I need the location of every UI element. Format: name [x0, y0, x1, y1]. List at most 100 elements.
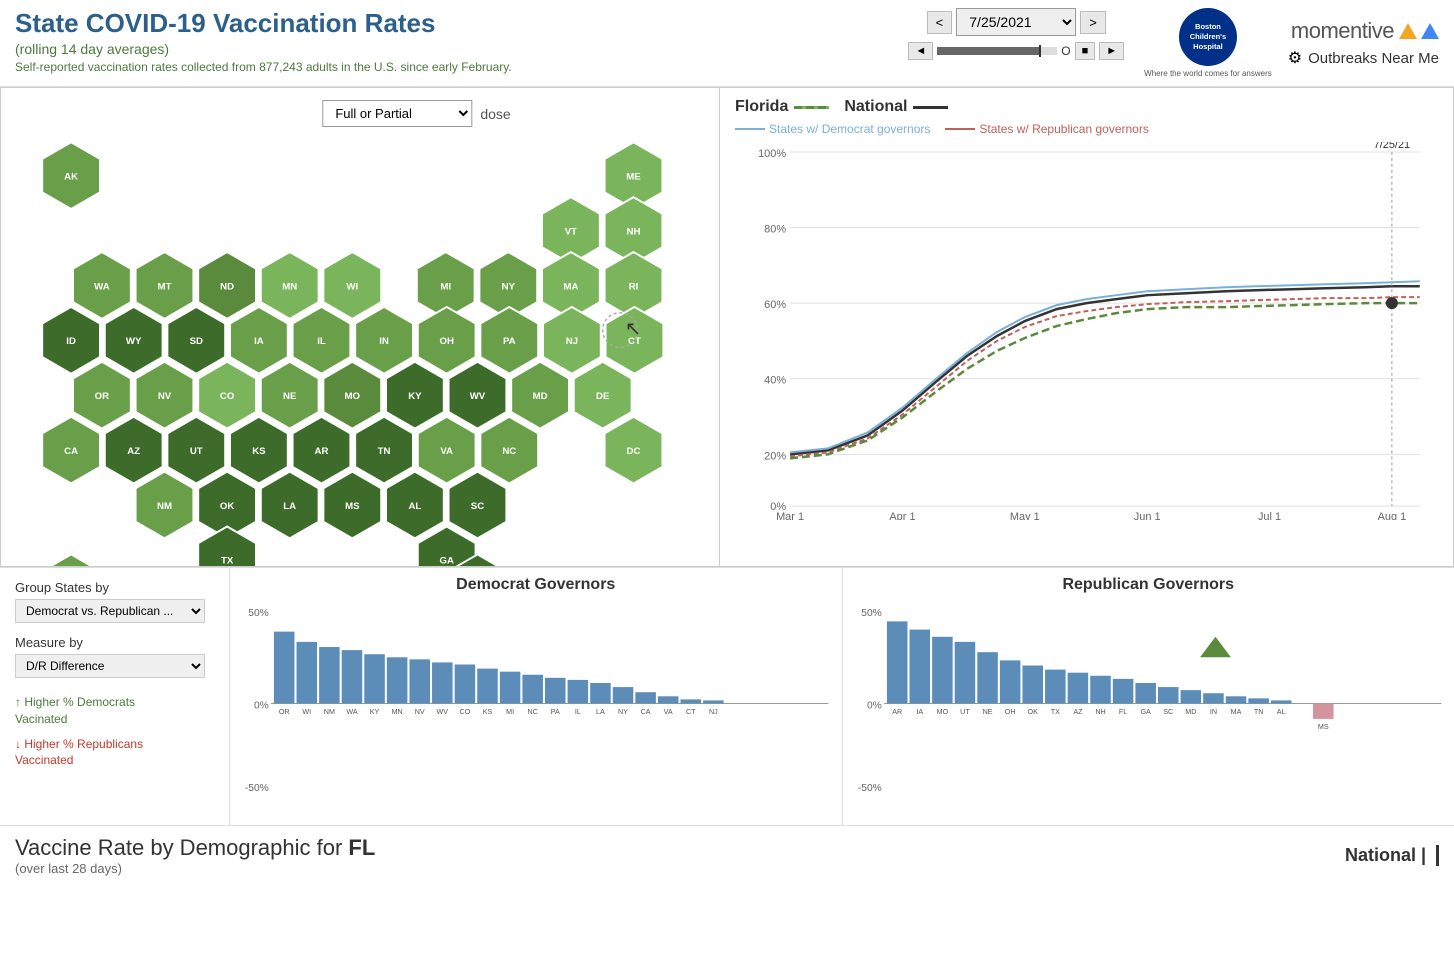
- state-ia[interactable]: IA: [230, 307, 288, 374]
- svg-text:NM: NM: [324, 708, 335, 716]
- svg-text:DE: DE: [596, 391, 610, 402]
- measure-select[interactable]: D/R Difference Absolute Rate: [15, 654, 205, 678]
- state-in[interactable]: IN: [355, 307, 413, 374]
- dem-gov-legend: States w/ Democrat governors: [735, 122, 930, 136]
- svg-text:MI: MI: [506, 708, 514, 716]
- footer-title: Vaccine Rate by Demographic for FL: [15, 835, 375, 861]
- svg-text:MD: MD: [1185, 708, 1196, 716]
- state-oh[interactable]: OH: [418, 307, 476, 374]
- state-wi[interactable]: WI: [323, 252, 381, 319]
- state-wa[interactable]: WA: [73, 252, 131, 319]
- state-nv[interactable]: NV: [136, 362, 194, 429]
- play-next-button[interactable]: ►: [1099, 42, 1124, 60]
- state-or[interactable]: OR: [73, 362, 131, 429]
- state-tn[interactable]: TN: [355, 417, 413, 484]
- svg-text:CT: CT: [686, 708, 696, 716]
- virus-icon: ⚙: [1288, 48, 1302, 68]
- state-tx[interactable]: TX: [198, 527, 256, 566]
- state-ut[interactable]: UT: [167, 417, 225, 484]
- state-il[interactable]: IL: [293, 307, 351, 374]
- group-select[interactable]: Democrat vs. Republican ... Region None: [15, 599, 205, 623]
- svg-text:MD: MD: [533, 391, 548, 402]
- state-mn[interactable]: MN: [261, 252, 319, 319]
- header: State COVID-19 Vaccination Rates (rollin…: [0, 0, 1454, 87]
- svg-text:UT: UT: [190, 446, 203, 457]
- state-ks[interactable]: KS: [230, 417, 288, 484]
- svg-text:NV: NV: [415, 708, 425, 716]
- state-md[interactable]: MD: [511, 362, 569, 429]
- state-wy[interactable]: WY: [105, 307, 163, 374]
- state-nc[interactable]: NC: [480, 417, 538, 484]
- state-id[interactable]: ID: [42, 307, 100, 374]
- svg-text:IL: IL: [317, 336, 326, 347]
- svg-text:WY: WY: [126, 336, 142, 347]
- state-ca[interactable]: CA: [42, 417, 100, 484]
- florida-line-icon: [794, 106, 829, 109]
- state-sc[interactable]: SC: [449, 472, 507, 539]
- state-pa[interactable]: PA: [480, 307, 538, 374]
- svg-text:7/25/21: 7/25/21: [1374, 142, 1411, 151]
- state-mo[interactable]: MO: [323, 362, 381, 429]
- bch-circle: BostonChildren'sHospital: [1179, 8, 1237, 66]
- svg-text:AL: AL: [408, 501, 421, 512]
- state-dc[interactable]: DC: [605, 417, 663, 484]
- state-ct[interactable]: CT: [606, 307, 664, 374]
- svg-text:CO: CO: [460, 708, 471, 716]
- svg-text:DC: DC: [627, 446, 641, 457]
- svg-text:IN: IN: [1209, 708, 1216, 716]
- state-wv[interactable]: WV: [449, 362, 507, 429]
- state-al[interactable]: AL: [386, 472, 444, 539]
- state-nj[interactable]: NJ: [543, 307, 601, 374]
- state-az[interactable]: AZ: [105, 417, 163, 484]
- svg-text:OK: OK: [220, 501, 234, 512]
- svg-text:AK: AK: [64, 171, 78, 182]
- svg-text:20%: 20%: [764, 450, 786, 462]
- state-sd[interactable]: SD: [167, 307, 225, 374]
- svg-text:SD: SD: [190, 336, 203, 347]
- footer-state: FL: [348, 835, 375, 860]
- prev-date-button[interactable]: <: [927, 11, 953, 34]
- national-label: National: [844, 98, 907, 116]
- svg-text:VT: VT: [565, 226, 577, 237]
- state-mt[interactable]: MT: [136, 252, 194, 319]
- svg-text:KY: KY: [370, 708, 380, 716]
- state-de[interactable]: DE: [574, 362, 632, 429]
- svg-text:MN: MN: [392, 708, 403, 716]
- state-ar[interactable]: AR: [293, 417, 351, 484]
- outbreaks-text: Outbreaks Near Me: [1308, 50, 1439, 67]
- svg-text:AR: AR: [892, 708, 902, 716]
- logos: BostonChildren'sHospital Where the world…: [1144, 8, 1439, 78]
- svg-text:MS: MS: [1317, 723, 1328, 731]
- svg-text:KY: KY: [408, 391, 422, 402]
- momentive-brand: momentive: [1291, 18, 1439, 44]
- svg-text:OH: OH: [439, 336, 453, 347]
- next-date-button[interactable]: >: [1080, 11, 1106, 34]
- state-ky[interactable]: KY: [386, 362, 444, 429]
- florida-label: Florida: [735, 98, 788, 116]
- svg-text:Jun 1: Jun 1: [1134, 511, 1161, 520]
- rep-gov-legend: States w/ Republican governors: [945, 122, 1148, 136]
- state-hi[interactable]: HI: [42, 554, 100, 566]
- state-nm[interactable]: NM: [136, 472, 194, 539]
- state-nd[interactable]: ND: [198, 252, 256, 319]
- dose-select[interactable]: Full or Partial Full Partial: [322, 100, 472, 127]
- svg-text:0%: 0%: [254, 701, 269, 712]
- state-va[interactable]: VA: [418, 417, 476, 484]
- state-la[interactable]: LA: [261, 472, 319, 539]
- svg-text:WI: WI: [302, 708, 311, 716]
- play-stop-button[interactable]: ■: [1075, 42, 1096, 60]
- bch-tagline: Where the world comes for answers: [1144, 69, 1272, 78]
- state-co[interactable]: CO: [198, 362, 256, 429]
- date-select[interactable]: 7/25/2021: [956, 8, 1076, 36]
- timeline-marker: O: [1061, 44, 1070, 58]
- description: Self-reported vaccination rates collecte…: [15, 60, 888, 74]
- state-ms[interactable]: MS: [323, 472, 381, 539]
- svg-text:OR: OR: [95, 391, 109, 402]
- play-prev-button[interactable]: ◄: [908, 42, 933, 60]
- svg-text:IA: IA: [916, 708, 923, 716]
- svg-text:MA: MA: [1230, 708, 1241, 716]
- state-ne[interactable]: NE: [261, 362, 319, 429]
- svg-text:NM: NM: [157, 501, 172, 512]
- svg-text:NE: NE: [283, 391, 297, 402]
- state-ak[interactable]: AK: [42, 142, 100, 209]
